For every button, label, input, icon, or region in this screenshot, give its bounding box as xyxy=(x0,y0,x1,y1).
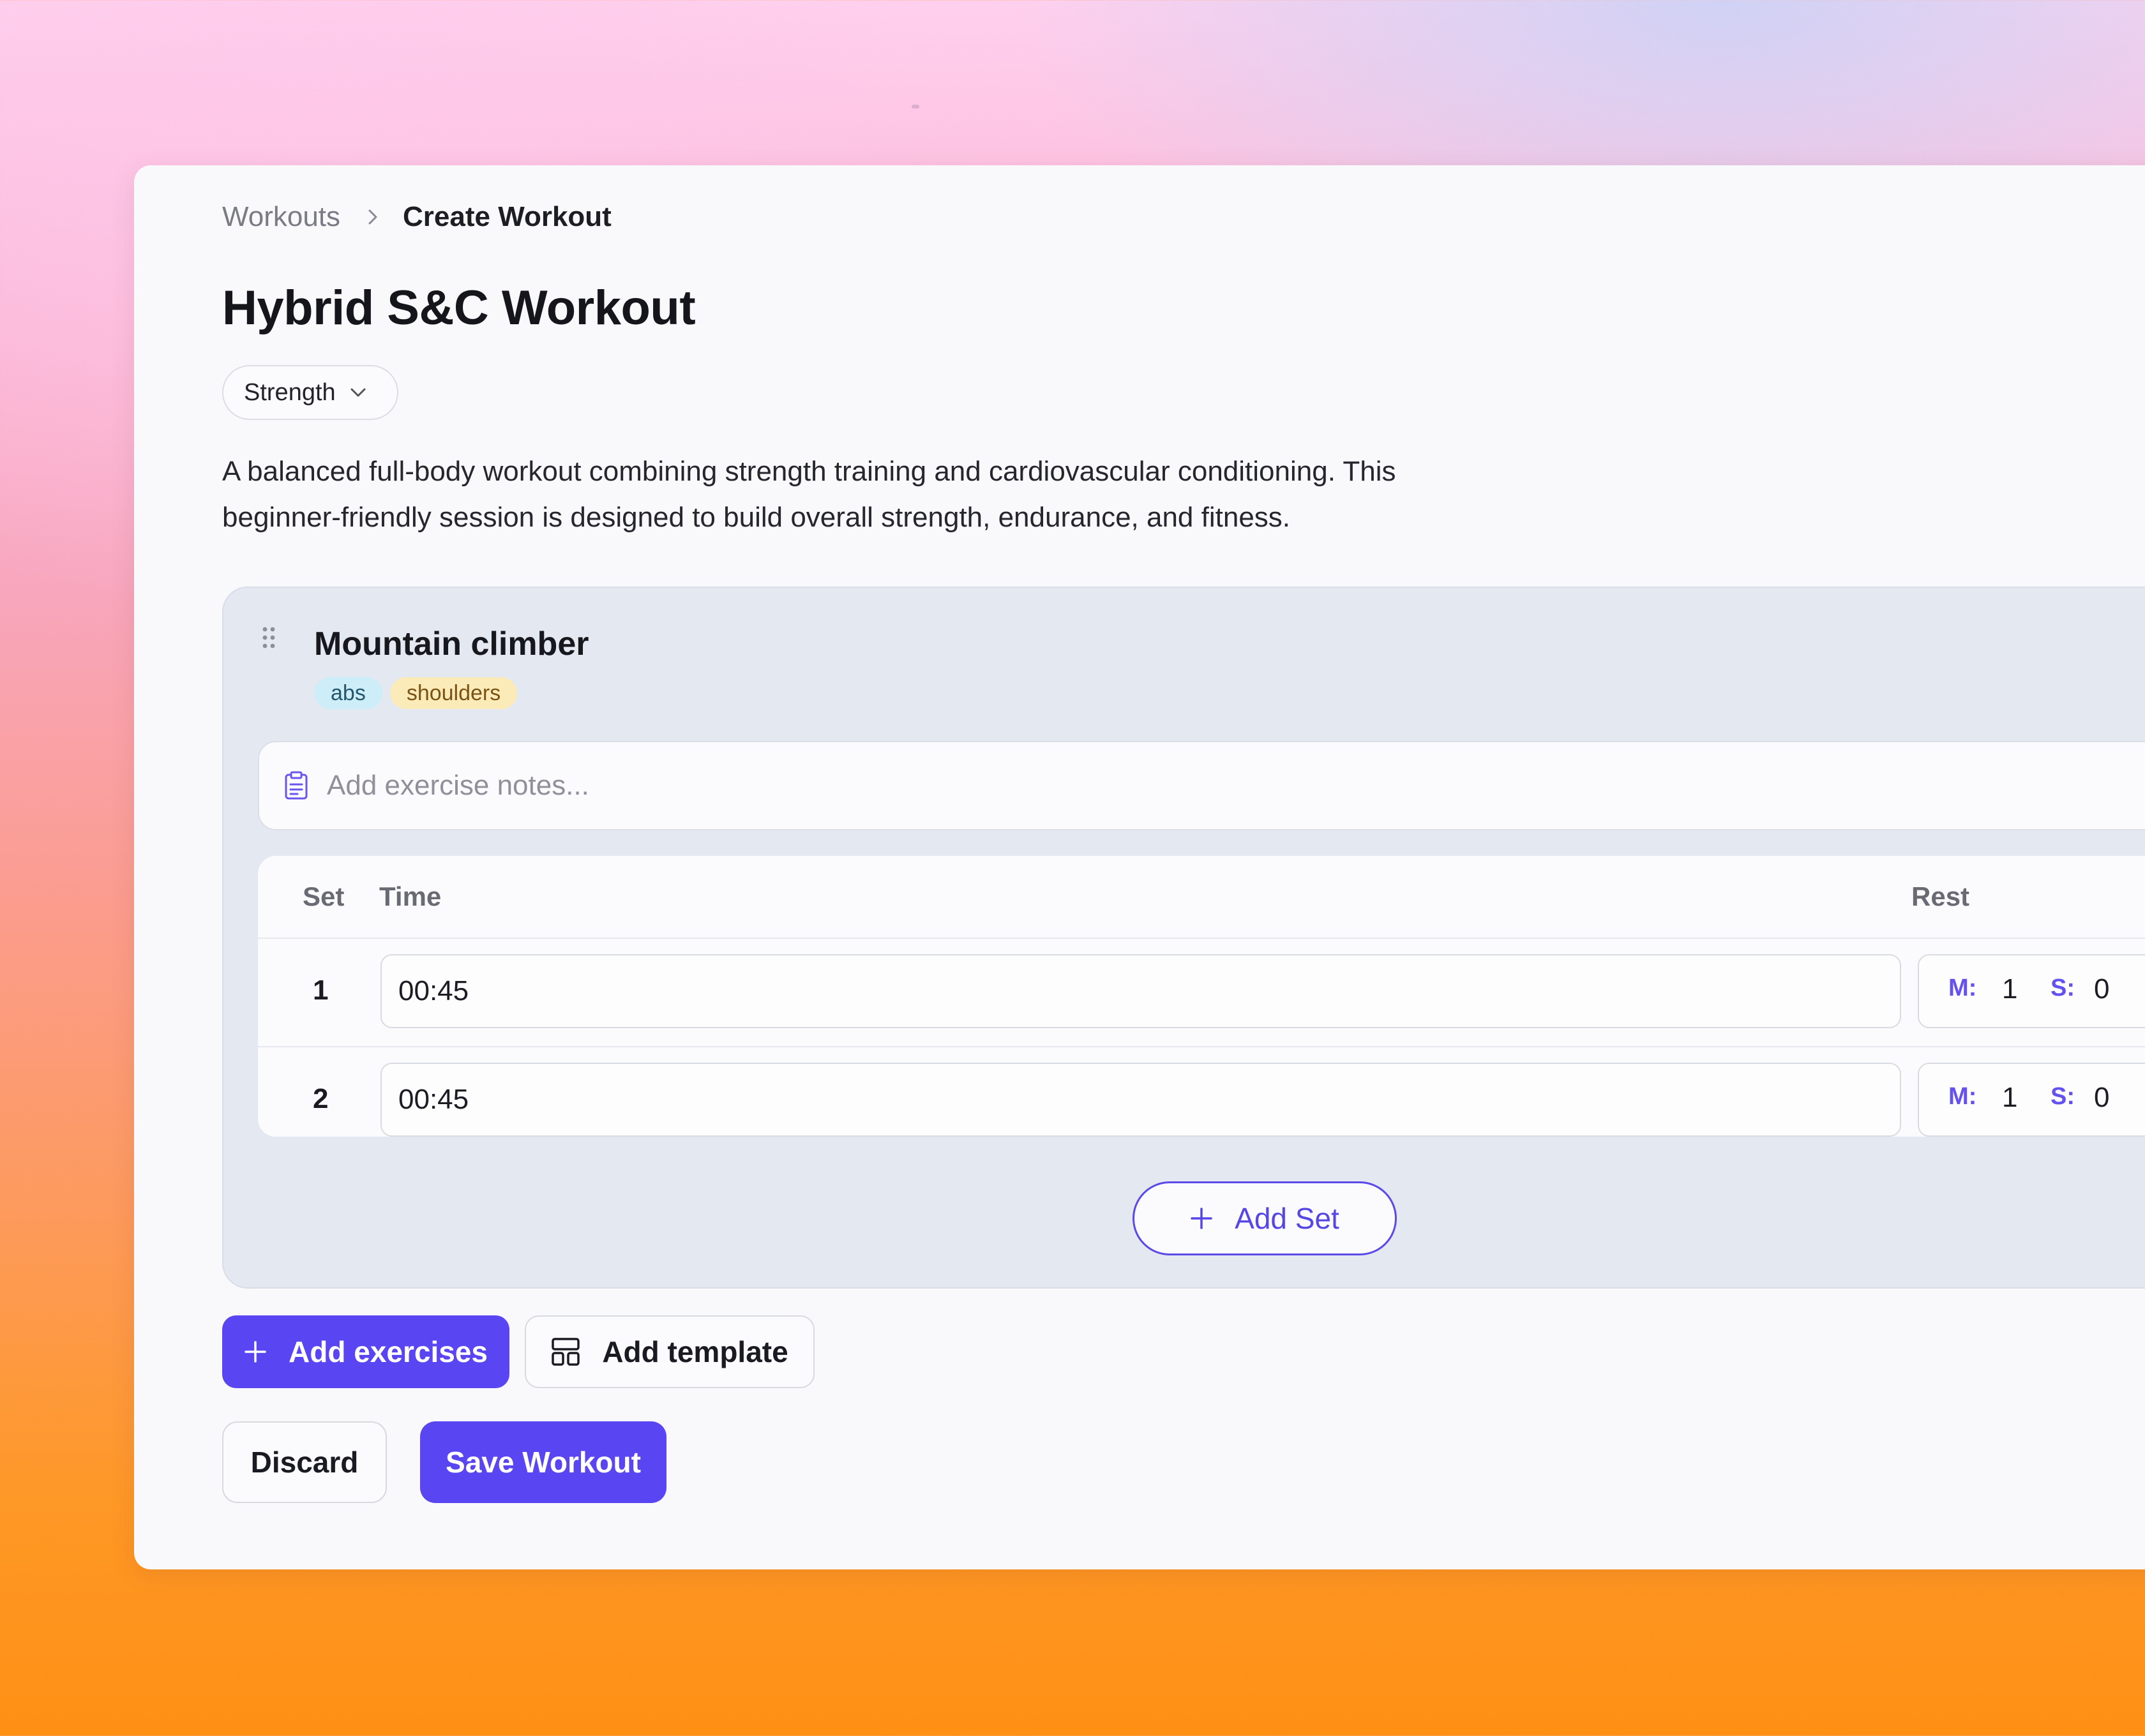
column-header-time: Time xyxy=(379,881,442,911)
workout-title[interactable]: Hybrid S&C Workout xyxy=(222,280,696,336)
layout-template-icon xyxy=(551,1337,580,1366)
rest-minutes-label: M: xyxy=(1948,975,1977,1001)
rest-seconds-value[interactable]: 0 xyxy=(2094,1082,2109,1114)
column-header-rest: Rest xyxy=(1911,881,1970,911)
rest-minutes-value[interactable]: 1 xyxy=(2002,973,2017,1005)
add-template-label: Add template xyxy=(602,1335,788,1368)
add-template-button[interactable]: Add template xyxy=(525,1315,815,1388)
discard-button[interactable]: Discard xyxy=(222,1421,387,1503)
workout-description[interactable]: A balanced full-body workout combining s… xyxy=(222,449,1512,541)
breadcrumb-workouts-link[interactable]: Workouts xyxy=(222,201,340,233)
rest-seconds-label: S: xyxy=(2051,975,2075,1001)
tag-shoulders: shoulders xyxy=(389,677,518,709)
drag-handle-icon[interactable] xyxy=(262,626,276,655)
add-set-label: Add Set xyxy=(1235,1202,1339,1235)
rest-seconds-label: S: xyxy=(2051,1083,2075,1110)
plus-icon xyxy=(1190,1207,1213,1230)
sets-table: Set Time Rest 1 M: 1 S: 0 2 xyxy=(258,856,2145,1137)
muscle-tags: abs shoulders xyxy=(314,677,518,709)
column-header-set: Set xyxy=(303,881,345,911)
rest-input[interactable]: M: 1 S: 0 xyxy=(1918,1063,2145,1137)
breadcrumb-current: Create Workout xyxy=(403,201,612,232)
add-set-button[interactable]: Add Set xyxy=(1133,1181,1397,1255)
add-exercises-button[interactable]: Add exercises xyxy=(222,1315,509,1388)
tag-abs: abs xyxy=(314,677,382,709)
rest-minutes-label: M: xyxy=(1948,1083,1977,1110)
table-row: 1 M: 1 S: 0 xyxy=(258,939,2145,1047)
table-row: 2 M: 1 S: 0 xyxy=(258,1047,2145,1137)
rest-seconds-value[interactable]: 0 xyxy=(2094,973,2109,1005)
rest-input[interactable]: M: 1 S: 0 xyxy=(1918,954,2145,1028)
exercise-name: Mountain climber xyxy=(314,625,589,662)
set-time-input[interactable] xyxy=(380,954,1901,1028)
chevron-down-icon xyxy=(349,386,368,399)
sets-table-header: Set Time Rest xyxy=(258,856,2145,939)
set-time-input[interactable] xyxy=(380,1063,1901,1137)
clipboard-icon xyxy=(283,771,309,800)
background-speck xyxy=(912,105,919,108)
exercise-notes-input[interactable] xyxy=(326,769,1988,802)
rest-minutes-value[interactable]: 1 xyxy=(2002,1082,2017,1114)
add-exercises-label: Add exercises xyxy=(289,1335,488,1368)
chevron-right-icon xyxy=(366,207,380,227)
plus-icon xyxy=(244,1340,267,1363)
set-number: 1 xyxy=(313,975,329,1006)
save-workout-button[interactable]: Save Workout xyxy=(420,1421,666,1503)
app-window: Workouts Create Workout Hybrid S&C Worko… xyxy=(134,165,2145,1569)
category-label: Strength xyxy=(244,378,336,406)
category-dropdown[interactable]: Strength xyxy=(222,365,398,420)
exercise-notes-field[interactable] xyxy=(258,741,2145,830)
set-number: 2 xyxy=(313,1083,329,1114)
breadcrumb: Workouts Create Workout xyxy=(222,201,612,233)
